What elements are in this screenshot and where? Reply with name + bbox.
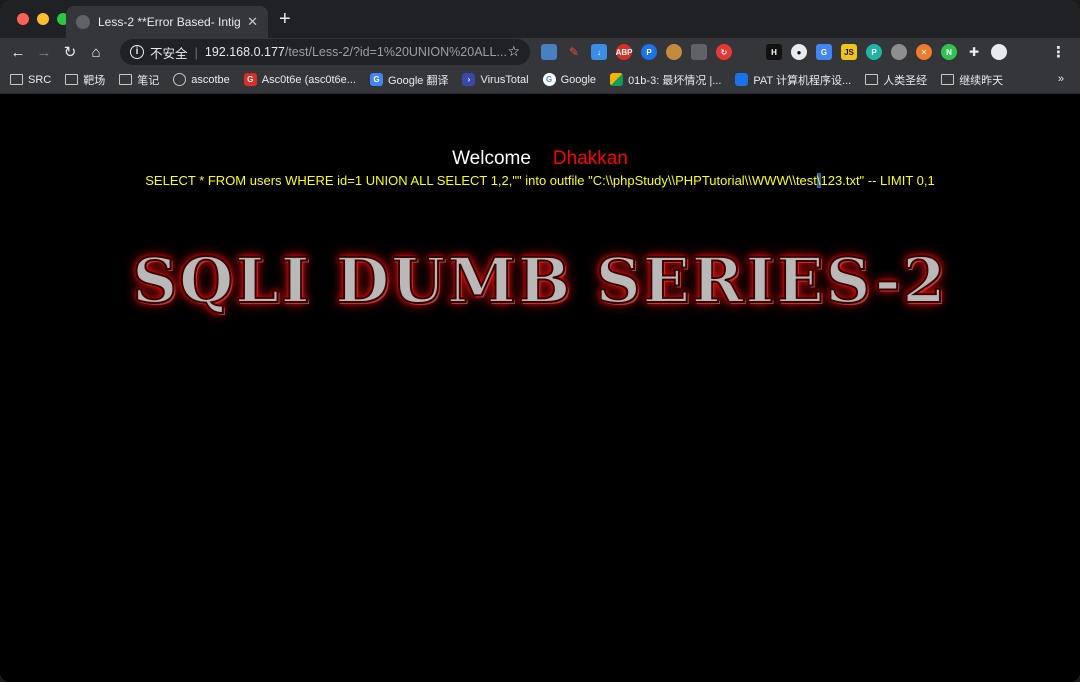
extension-refresh-icon[interactable]: ↻: [716, 44, 732, 60]
extension-screenshot-icon[interactable]: [541, 44, 557, 60]
back-icon[interactable]: ←: [5, 44, 31, 61]
folder-icon: [119, 74, 133, 85]
extension-js-icon[interactable]: JS: [841, 44, 857, 60]
info-icon[interactable]: i: [130, 45, 144, 59]
home-icon[interactable]: ⌂: [83, 44, 109, 61]
extension-p2-icon[interactable]: P: [866, 44, 882, 60]
page-banner: SQLI DUMB SERIES-2: [0, 243, 1080, 318]
bookmark-item[interactable]: SRC: [10, 74, 51, 86]
url-path: /test/Less-2/?id=1%20UNION%20ALL...: [284, 45, 507, 59]
person-icon: [173, 73, 187, 86]
bookmark-label: 靶场: [83, 74, 106, 87]
translate-icon: G: [369, 73, 383, 86]
page-content: Welcome Dhakkan SELECT * FROM users WHERE…: [0, 94, 1080, 682]
tab-strip: Less-2 **Error Based- Intiger** ✕ +: [0, 0, 1080, 38]
bookmark-label: ascotbe: [191, 73, 230, 86]
bookmark-label: Google 翻译: [387, 74, 449, 87]
extension-translate-icon[interactable]: G: [816, 44, 832, 60]
bookmark-label: 人类圣经: [883, 74, 928, 87]
extension-h-icon[interactable]: H: [766, 44, 782, 60]
bookmark-item[interactable]: 继续昨天: [941, 72, 1003, 88]
bookmark-label: Google: [560, 73, 597, 86]
bookmarks-overflow-button[interactable]: »: [1058, 73, 1064, 85]
welcome-line: Welcome Dhakkan: [0, 148, 1080, 170]
tab-close-icon[interactable]: ✕: [247, 14, 258, 30]
reload-icon[interactable]: ↻: [57, 43, 83, 61]
sql-query-text: SELECT * FROM users WHERE id=1 UNION ALL…: [0, 173, 1080, 188]
folder-icon: [941, 74, 955, 85]
browser-menu-icon[interactable]: ⋮: [1051, 43, 1066, 61]
query-text-after: 123.txt" -- LIMIT 0,1: [820, 173, 935, 188]
bookmark-label: 01b-3: 最坏情况 |...: [628, 74, 722, 87]
bookmark-item[interactable]: 笔记: [119, 72, 159, 88]
bookmark-item[interactable]: 靶场: [65, 72, 105, 88]
security-label: 不安全: [150, 46, 188, 61]
bookmark-item[interactable]: › VirusTotal: [462, 73, 529, 86]
folder-icon: [865, 74, 879, 85]
browser-toolbar: ← → ↻ ⌂ i 不安全 | 192.168.0.177 /test/Less…: [0, 38, 1080, 66]
close-window-button[interactable]: [17, 13, 29, 25]
window-controls: [17, 13, 69, 25]
url-host: 192.168.0.177: [204, 45, 285, 59]
pat-icon: [735, 73, 749, 86]
bookmark-label: SRC: [28, 73, 52, 86]
extension-p-icon[interactable]: P: [641, 44, 657, 60]
new-tab-button[interactable]: +: [279, 9, 291, 29]
bookmark-label: 继续昨天: [959, 74, 1004, 87]
minimize-window-button[interactable]: [37, 13, 49, 25]
bookmark-item[interactable]: G Google: [542, 73, 597, 86]
extension-adblock-icon[interactable]: ABP: [616, 44, 632, 60]
profile-avatar[interactable]: [991, 44, 1007, 60]
g-icon: G: [243, 73, 257, 86]
browser-window: Less-2 **Error Based- Intiger** ✕ + ← → …: [0, 0, 1080, 682]
virustotal-icon: ›: [462, 73, 476, 86]
extensions-puzzle-icon[interactable]: ✚: [966, 44, 982, 60]
bookmark-item[interactable]: PAT 计算机程序设...: [735, 72, 851, 88]
globe-icon: [76, 15, 90, 29]
bookmark-item[interactable]: ascotbe: [173, 73, 230, 86]
extension-glasses-icon[interactable]: [691, 44, 707, 60]
bookmark-label: 笔记: [137, 74, 160, 87]
bookmark-item[interactable]: 人类圣经: [865, 72, 927, 88]
tab-active[interactable]: Less-2 **Error Based- Intiger** ✕: [66, 6, 268, 38]
bookmarks-bar: SRC 靶场 笔记 ascotbe G Asc0t6e (asc0t6e... G…: [0, 66, 1080, 94]
grid-icon: [610, 73, 624, 86]
username: Dhakkan: [552, 148, 628, 169]
extension-blank-icon[interactable]: [741, 44, 757, 60]
bookmark-label: Asc0t6e (asc0t6e...: [261, 73, 356, 86]
extension-circle-icon[interactable]: ●: [791, 44, 807, 60]
extension-x-icon[interactable]: ✕: [916, 44, 932, 60]
banner-title: SQLI DUMB SERIES-2: [131, 243, 948, 318]
bookmark-star-icon[interactable]: ☆: [507, 43, 520, 60]
extension-icons: ✎ ↓ ABP P ↻ H ● G JS P ✕ N ✚: [541, 44, 1007, 60]
bookmark-item[interactable]: G Google 翻译: [369, 72, 449, 88]
query-text-before: SELECT * FROM users WHERE id=1 UNION ALL…: [145, 173, 817, 188]
bookmark-item[interactable]: G Asc0t6e (asc0t6e...: [243, 73, 356, 86]
extension-cookie-icon[interactable]: [666, 44, 682, 60]
bookmark-item[interactable]: 01b-3: 最坏情况 |...: [610, 72, 721, 88]
omnibox-divider: |: [194, 44, 198, 60]
bookmark-label: VirusTotal: [480, 73, 529, 86]
extension-pen-icon[interactable]: ✎: [566, 44, 582, 60]
extension-link-icon[interactable]: [891, 44, 907, 60]
folder-icon: [10, 74, 23, 85]
google-icon: G: [542, 73, 556, 86]
extension-download-icon[interactable]: ↓: [591, 44, 607, 60]
tab-title: Less-2 **Error Based- Intiger**: [98, 15, 241, 29]
bookmark-label: PAT 计算机程序设...: [753, 74, 852, 87]
folder-icon: [65, 74, 79, 85]
welcome-label: Welcome: [452, 148, 531, 169]
forward-icon[interactable]: →: [31, 44, 57, 61]
extension-n-icon[interactable]: N: [941, 44, 957, 60]
address-bar[interactable]: i 不安全 | 192.168.0.177 /test/Less-2/?id=1…: [120, 39, 530, 65]
